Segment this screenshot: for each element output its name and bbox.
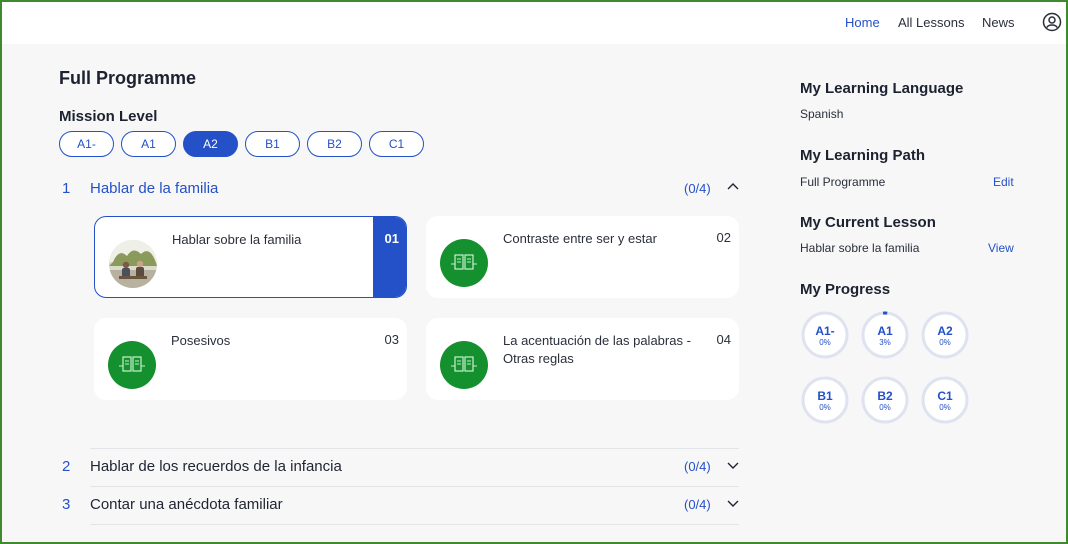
main-content: Full Programme Mission Level A1- A1 A2 B… (2, 44, 1066, 542)
top-navigation: Home All Lessons News (2, 2, 1066, 44)
unit-3-header[interactable]: 3 Contar una anécdota familiar (0/4) (62, 496, 742, 516)
lesson-number: 04 (716, 332, 731, 347)
unit-number: 1 (62, 180, 71, 197)
learning-language-heading: My Learning Language (800, 80, 964, 97)
lesson-title: Contraste entre ser y estar (503, 231, 657, 246)
book-icon (440, 239, 488, 287)
unit-progress-count: (0/4) (684, 181, 711, 196)
lesson-title: Hablar sobre la familia (172, 232, 302, 247)
learning-path-heading: My Learning Path (800, 147, 926, 164)
progress-percent: 0% (819, 338, 831, 347)
view-lesson-link[interactable]: View (988, 241, 1014, 255)
unit-title: Hablar de los recuerdos de la infancia (90, 458, 342, 475)
lesson-title: La acentuación de las palabras - Otras r… (503, 333, 691, 366)
lesson-card-03[interactable]: Posesivos 03 (94, 318, 407, 400)
progress-level: A1 (877, 324, 893, 338)
level-pill-a1-minus[interactable]: A1- (59, 131, 114, 157)
progress-ring-a1: A1 3% (860, 310, 910, 360)
progress-ring-c1: C1 0% (920, 375, 970, 425)
learning-language-value: Spanish (800, 107, 844, 121)
lesson-number: 02 (716, 230, 731, 245)
level-pill-a1[interactable]: A1 (121, 131, 176, 157)
family-photo-thumbnail (109, 240, 157, 288)
progress-ring-b2: B2 0% (860, 375, 910, 425)
progress-heading: My Progress (800, 281, 891, 298)
current-lesson-value: Hablar sobre la familia (800, 241, 920, 255)
progress-percent: 0% (819, 403, 831, 412)
progress-ring-a2: A2 0% (920, 310, 970, 360)
edit-path-link[interactable]: Edit (993, 175, 1014, 189)
active-lesson-tab: 01 (373, 217, 406, 297)
nav-home-link[interactable]: Home (845, 15, 880, 30)
progress-percent: 0% (939, 403, 951, 412)
unit-progress-count: (0/4) (684, 459, 711, 474)
unit-title: Hablar de la familia (90, 180, 219, 197)
progress-level: B1 (817, 389, 833, 403)
progress-percent: 0% (939, 338, 951, 347)
level-pill-c1[interactable]: C1 (369, 131, 424, 157)
progress-ring-a1-minus: A1- 0% (800, 310, 850, 360)
level-pill-b2[interactable]: B2 (307, 131, 362, 157)
unit-progress-count: (0/4) (684, 497, 711, 512)
unit-1-header[interactable]: 1 Hablar de la familia (0/4) (62, 180, 742, 200)
book-icon (108, 341, 156, 389)
mission-level-heading: Mission Level (59, 108, 158, 125)
lesson-number: 01 (384, 231, 399, 246)
progress-level: A2 (937, 324, 953, 338)
nav-all-lessons-link[interactable]: All Lessons (898, 15, 964, 30)
lesson-card-01[interactable]: Hablar sobre la familia 01 (94, 216, 407, 298)
page-title: Full Programme (59, 68, 197, 88)
level-pill-a2[interactable]: A2 (183, 131, 238, 157)
chevron-up-icon[interactable] (726, 180, 740, 194)
progress-percent: 0% (879, 403, 891, 412)
unit-title: Contar una anécdota familiar (90, 496, 283, 513)
app-window: Home All Lessons News Full Programme Mis… (0, 0, 1068, 544)
unit-2-header[interactable]: 2 Hablar de los recuerdos de la infancia… (62, 458, 742, 478)
nav-news-link[interactable]: News (982, 15, 1015, 30)
unit-number: 2 (62, 458, 71, 475)
unit-divider (90, 524, 739, 525)
chevron-down-icon[interactable] (726, 458, 740, 472)
lesson-title: Posesivos (171, 333, 231, 348)
level-pill-b1[interactable]: B1 (245, 131, 300, 157)
unit-number: 3 (62, 496, 71, 513)
chevron-down-icon[interactable] (726, 496, 740, 510)
book-icon (440, 341, 488, 389)
progress-ring-b1: B1 0% (800, 375, 850, 425)
current-lesson-heading: My Current Lesson (800, 214, 936, 231)
progress-level: C1 (937, 389, 953, 403)
progress-level: A1- (815, 324, 835, 338)
lesson-card-02[interactable]: Contraste entre ser y estar 02 (426, 216, 739, 298)
progress-level: B2 (877, 389, 893, 403)
learning-path-value: Full Programme (800, 175, 886, 189)
lesson-card-04[interactable]: La acentuación de las palabras - Otras r… (426, 318, 739, 400)
user-profile-icon[interactable] (1042, 12, 1062, 32)
lesson-number: 03 (384, 332, 399, 347)
progress-percent: 3% (879, 338, 891, 347)
